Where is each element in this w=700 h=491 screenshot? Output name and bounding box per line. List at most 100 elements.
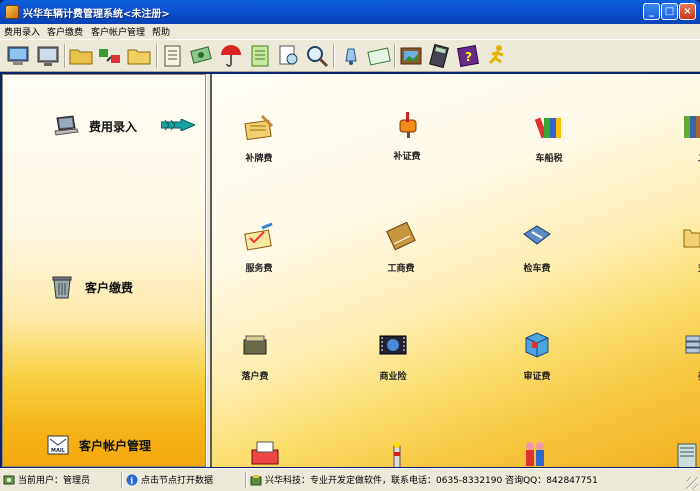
menu-bar: 费用录入 客户缴费 客户帐户管理 帮助 xyxy=(0,24,700,39)
mail-icon: MAIL xyxy=(47,435,69,455)
svg-text:MAIL: MAIL xyxy=(51,448,66,454)
status-separator xyxy=(245,472,247,488)
status-company-text: 兴华科技：专业开发定做软件，联系电话：0635-8332190 咨询QQ：842… xyxy=(265,476,598,486)
fee-item-label: 落户费 xyxy=(241,372,269,382)
lighthouse-icon[interactable] xyxy=(380,440,414,467)
nav-customer-payment-label: 客户缴费 xyxy=(85,280,134,295)
close-button[interactable]: × xyxy=(679,3,696,20)
title-bar[interactable]: 兴华车辆计费管理系统<未注册> _ □ × xyxy=(0,0,700,24)
notes-icon[interactable] xyxy=(160,43,186,69)
folder-open-icon[interactable] xyxy=(126,43,152,69)
info-icon: i xyxy=(126,474,138,485)
nav-fee-entry-label: 费用录入 xyxy=(89,119,138,134)
recycle-bin-icon xyxy=(52,276,72,299)
exchange-icon[interactable] xyxy=(97,43,123,69)
binders-icon xyxy=(684,116,700,138)
notebook-pen-icon xyxy=(244,114,274,141)
nav-customer-payment[interactable]: 客户缴费 xyxy=(49,275,133,299)
menu-fee-entry[interactable]: 费用录入 xyxy=(4,25,40,38)
svg-text:i: i xyxy=(130,475,133,485)
toolbar-separator xyxy=(394,44,396,68)
gavel-icon xyxy=(523,225,551,245)
fee-item-label: 工商费 xyxy=(387,264,415,274)
fee-item[interactable]: 交强 xyxy=(648,222,700,274)
window-title: 兴华车辆计费管理系统<未注册> xyxy=(23,9,170,20)
cube-icon xyxy=(525,332,549,358)
status-company: 兴华科技：专业开发定做软件，联系电话：0635-8332190 咨询QQ：842… xyxy=(250,473,598,486)
fee-item[interactable]: 落户费 xyxy=(220,330,290,382)
server-icon[interactable] xyxy=(668,440,700,467)
toolbar: ? xyxy=(0,39,700,72)
server-rack-icon xyxy=(685,335,700,354)
books-icon xyxy=(534,117,561,139)
navigation-panel: 费用录入 客户缴费 MAIL 客户帐户管理 xyxy=(2,74,206,467)
film-globe-icon xyxy=(379,335,407,355)
fee-item[interactable]: 工商费 xyxy=(366,221,436,274)
resize-grip[interactable] xyxy=(686,477,698,489)
fee-item-label: 补牌费 xyxy=(245,154,273,164)
app-window: 兴华车辆计费管理系统<未注册> _ □ × 费用录入 客户缴费 客户帐户管理 帮… xyxy=(0,0,700,491)
app-icon xyxy=(5,5,19,19)
menu-customer-payment[interactable]: 客户缴费 xyxy=(47,25,83,38)
fee-item-label: 检车费 xyxy=(523,264,551,274)
menu-account-management[interactable]: 客户帐户管理 xyxy=(91,25,145,38)
fee-item-label: 服务费 xyxy=(245,264,273,274)
fee-item-label: 审证费 xyxy=(523,372,551,382)
status-user-text: 当前用户：管理员 xyxy=(18,476,91,486)
bell-icon[interactable] xyxy=(338,43,364,69)
fee-item[interactable]: 检车费 xyxy=(502,222,572,274)
fee-grid-panel: 补牌费 补证费 车船税 二保 服务费 工商费 检车费 交强 xyxy=(212,74,700,467)
envelope-icon[interactable] xyxy=(366,43,392,69)
fee-item[interactable]: 服务费 xyxy=(224,222,294,274)
fee-item[interactable]: 商业险 xyxy=(358,330,428,382)
screen-icon[interactable] xyxy=(35,43,61,69)
nav-account-management[interactable]: MAIL 客户帐户管理 xyxy=(47,435,151,455)
fee-item-label: 交强 xyxy=(648,261,700,274)
toolbar-separator xyxy=(333,44,335,68)
help-book-icon[interactable]: ? xyxy=(455,43,481,69)
menu-help[interactable]: 帮助 xyxy=(152,25,170,38)
fee-item[interactable]: 二保 xyxy=(648,112,700,164)
minimize-button[interactable]: _ xyxy=(643,3,660,20)
runner-icon[interactable] xyxy=(484,43,510,69)
fee-item[interactable]: 补牌费 xyxy=(224,112,294,164)
fee-item-label: 商业险 xyxy=(379,372,407,382)
nav-fee-entry[interactable]: 费用录入 xyxy=(53,115,137,137)
toolbar-separator xyxy=(64,44,66,68)
stack-box-icon xyxy=(243,335,267,355)
checklist-icon xyxy=(244,222,273,251)
status-hint-text: 点击节点打开数据 xyxy=(141,476,214,486)
nav-account-management-label: 客户帐户管理 xyxy=(79,438,152,453)
fee-item-label: 养路 xyxy=(648,369,700,382)
people-icon[interactable] xyxy=(518,438,552,467)
find-doc-icon[interactable] xyxy=(276,43,302,69)
status-user: 当前用户：管理员 xyxy=(3,473,90,486)
money-icon[interactable] xyxy=(189,43,215,69)
user-icon xyxy=(3,475,15,484)
fee-item[interactable]: 养路 xyxy=(648,330,700,382)
maximize-button[interactable]: □ xyxy=(661,3,678,20)
fee-item[interactable]: 审证费 xyxy=(502,330,572,382)
fee-item-label: 二保 xyxy=(648,151,700,164)
picture-icon[interactable] xyxy=(398,43,424,69)
calculator-icon[interactable] xyxy=(426,43,452,69)
address-book-icon xyxy=(386,221,416,251)
umbrella-icon[interactable] xyxy=(218,43,244,69)
status-bar: 当前用户：管理员 i 点击节点打开数据 兴华科技：专业开发定做软件，联系电话：0… xyxy=(0,468,700,491)
fee-item[interactable]: 车船税 xyxy=(514,112,584,164)
mailbox-icon xyxy=(399,112,417,138)
status-separator xyxy=(121,472,123,488)
monitor-icon[interactable] xyxy=(5,43,31,69)
fee-item[interactable]: 补证费 xyxy=(372,110,442,162)
folder-icon[interactable] xyxy=(68,43,94,69)
printer-icon[interactable] xyxy=(248,440,282,467)
company-icon xyxy=(250,474,262,485)
status-hint: i 点击节点打开数据 xyxy=(126,473,213,486)
notebook-icon[interactable] xyxy=(247,43,273,69)
svg-text:?: ? xyxy=(465,50,472,64)
fee-item-label: 补证费 xyxy=(393,152,421,162)
folder-icon xyxy=(683,229,700,248)
laptop-icon xyxy=(54,115,79,136)
search-icon[interactable] xyxy=(304,43,330,69)
fee-item-label: 车船税 xyxy=(535,154,563,164)
